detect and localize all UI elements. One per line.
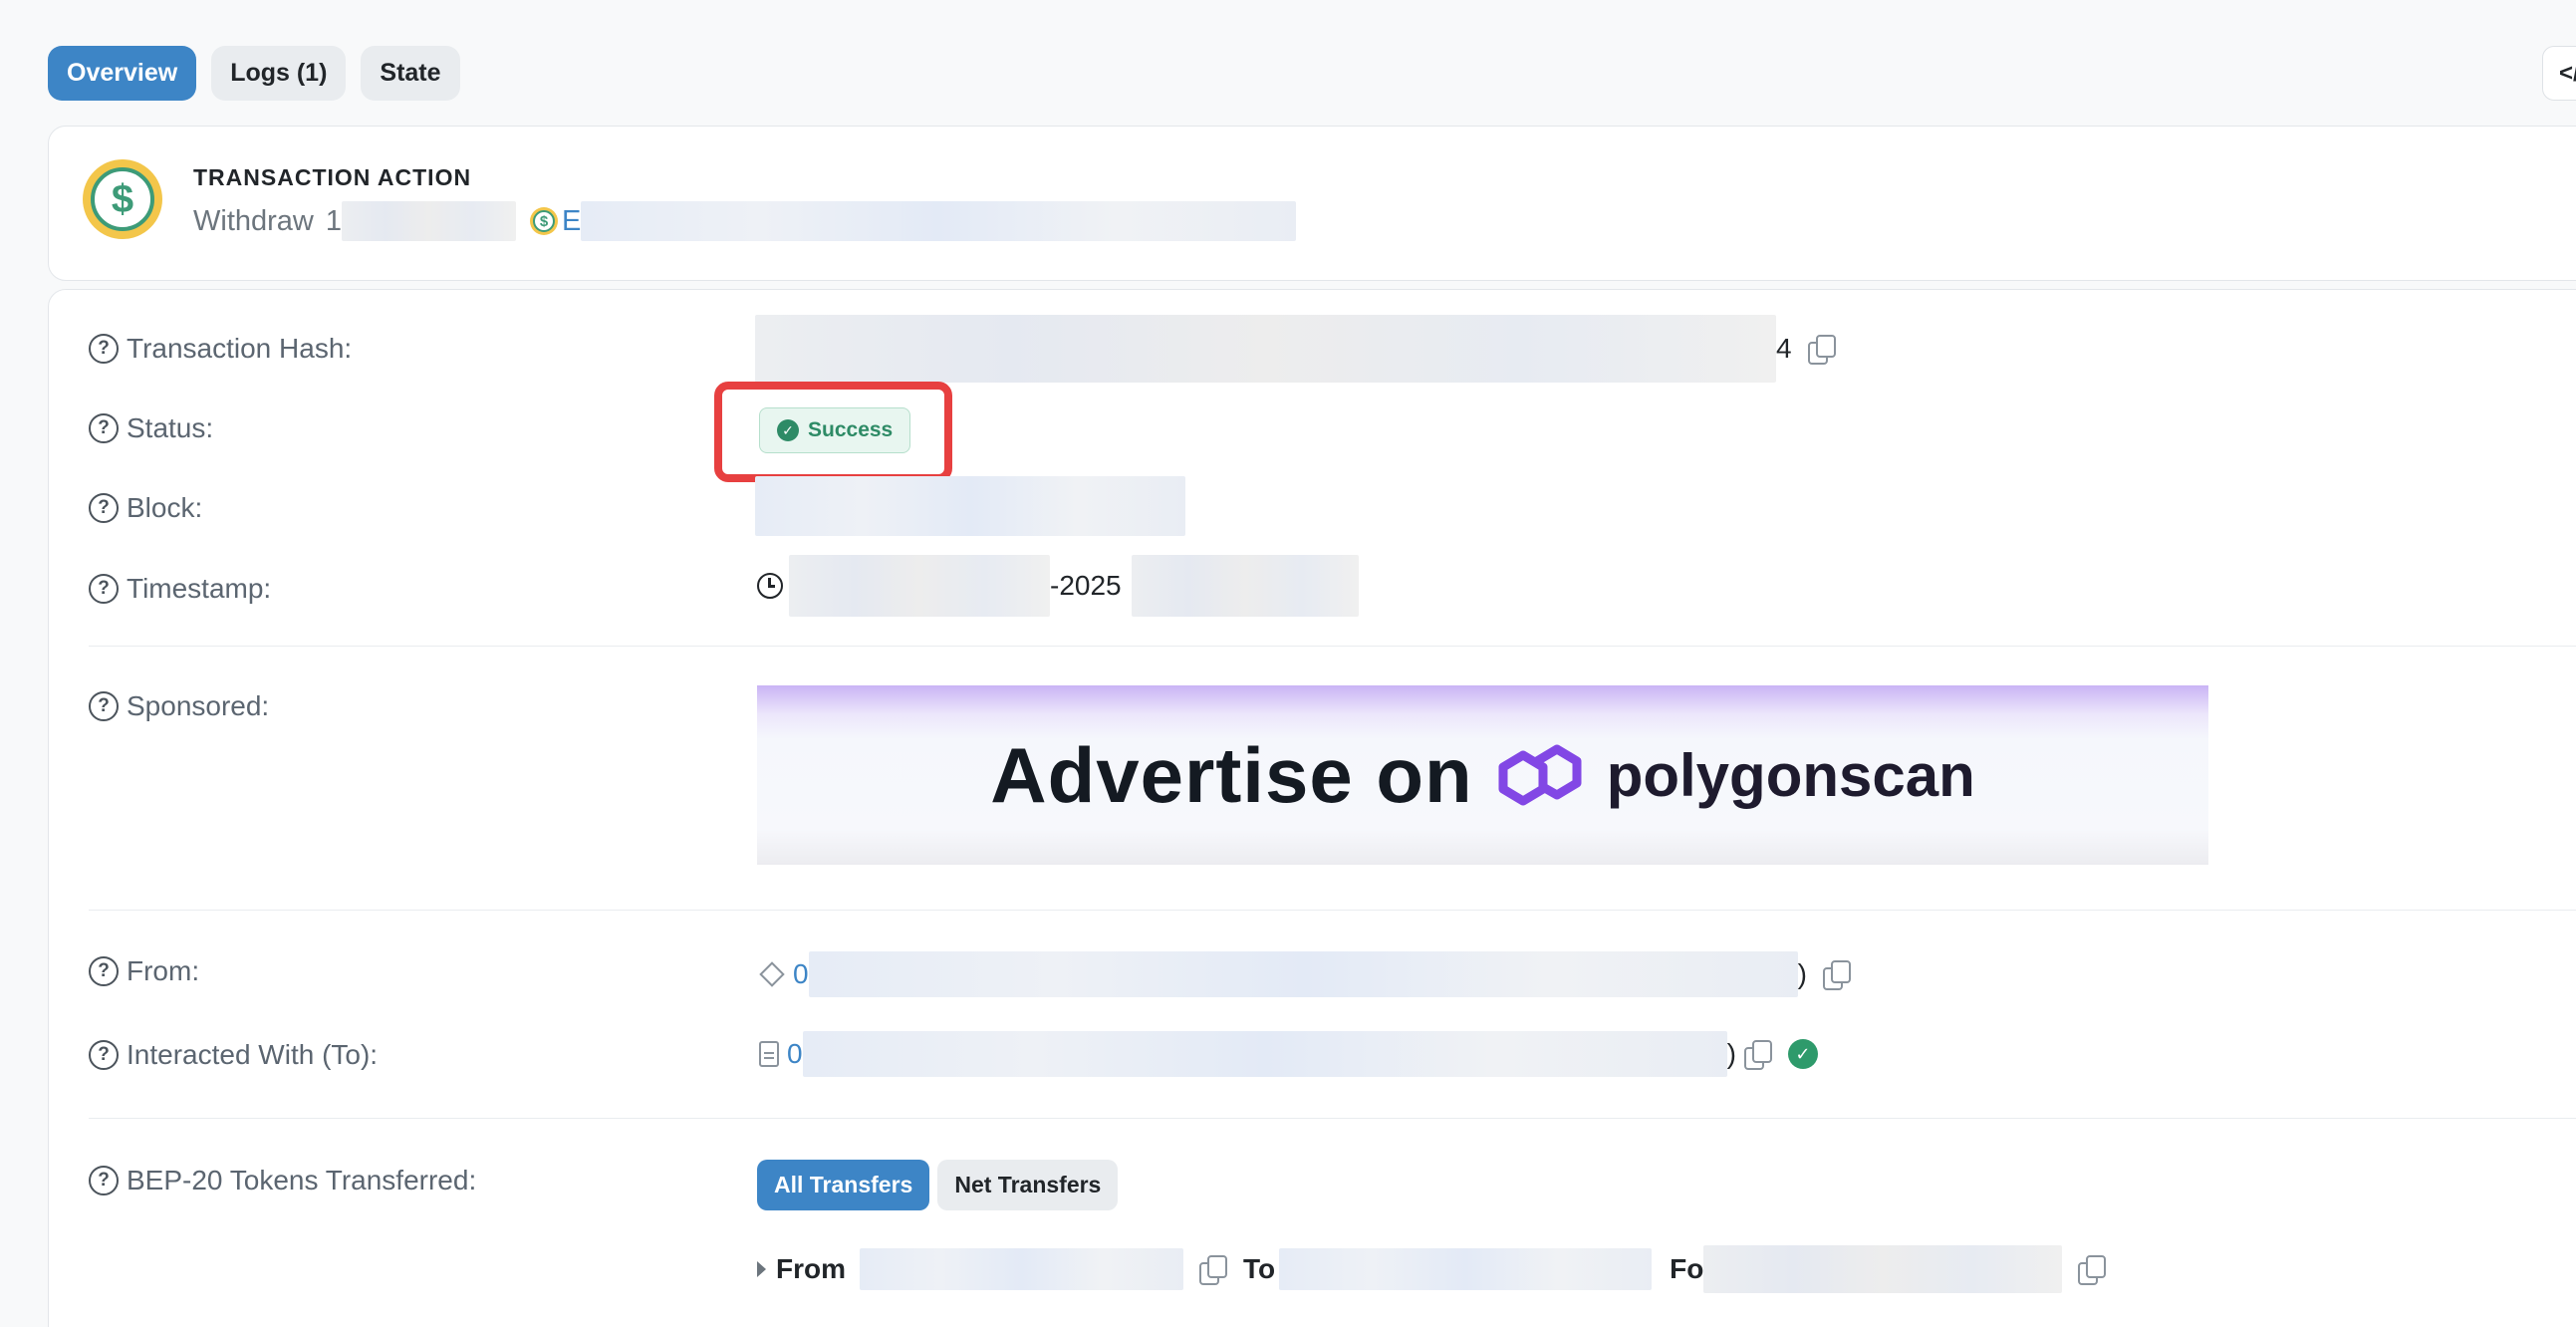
help-icon[interactable]: ?	[89, 413, 119, 443]
transfer-toggle: All Transfers Net Transfers	[757, 1160, 1126, 1210]
token-link[interactable]: E	[562, 205, 581, 238]
copy-icon[interactable]	[1822, 960, 1851, 990]
tx-hash-tail: 4	[1776, 333, 1792, 364]
verified-check-icon: ✓	[1787, 1039, 1818, 1069]
tab-state[interactable]: State	[361, 46, 460, 101]
tab-logs[interactable]: Logs (1)	[211, 46, 347, 101]
redacted-token-address	[581, 201, 1297, 241]
sponsored-banner[interactable]: Advertise on polygonscan	[757, 685, 2208, 865]
copy-icon[interactable]	[1199, 1255, 1227, 1285]
help-icon[interactable]: ?	[89, 956, 119, 986]
timestamp-year: -2025	[1050, 570, 1122, 601]
copy-icon[interactable]	[1807, 335, 1836, 365]
clock-icon	[757, 573, 783, 599]
block-value	[755, 476, 1185, 536]
from-label-row: ? From:	[89, 955, 199, 987]
ad-brand: polygonscan	[1606, 741, 1975, 809]
block-label: Block:	[127, 492, 203, 523]
to-label-row: ? Interacted With (To):	[89, 1039, 378, 1071]
tx-hash-value: 4	[755, 315, 1836, 383]
tx-hash-label: Transaction Hash:	[127, 333, 353, 364]
redacted-time	[1131, 555, 1359, 617]
action-amount: 1	[325, 204, 342, 237]
from-label: From:	[127, 955, 200, 986]
block-label-row: ? Block:	[89, 492, 202, 524]
status-highlight-box	[714, 382, 952, 482]
to-value: 0 ) ✓	[759, 1031, 1818, 1077]
to-suffix: )	[1726, 1038, 1736, 1069]
to-address-link[interactable]: 0	[787, 1038, 803, 1070]
tab-overview[interactable]: Overview	[48, 46, 197, 101]
help-icon[interactable]: ?	[89, 493, 119, 523]
from-suffix: )	[1797, 958, 1807, 989]
expand-caret-icon[interactable]	[757, 1261, 766, 1277]
status-label: Status:	[127, 412, 214, 443]
redacted-block	[755, 476, 1185, 536]
transfer-row: From To Fo	[757, 1245, 2107, 1293]
tokens-label: BEP-20 Tokens Transferred:	[127, 1165, 477, 1195]
transfer-for-label: Fo	[1670, 1253, 1704, 1284]
redacted-from-address	[808, 951, 1798, 997]
code-toggle-button[interactable]: </	[2542, 46, 2576, 101]
divider	[89, 1118, 2576, 1119]
sponsored-label: Sponsored:	[127, 690, 270, 721]
action-title: TRANSACTION ACTION	[193, 164, 472, 190]
timestamp-label-row: ? Timestamp:	[89, 573, 271, 605]
help-icon[interactable]: ?	[89, 1040, 119, 1070]
redacted-hash	[755, 315, 1776, 383]
help-icon[interactable]: ?	[89, 334, 119, 364]
token-coin-icon: $	[530, 207, 558, 235]
from-value: 0 )	[759, 951, 1851, 997]
action-summary: Withdraw 1 $ E	[193, 201, 1297, 241]
help-icon[interactable]: ?	[89, 574, 119, 604]
from-address-link[interactable]: 0	[793, 958, 809, 990]
transaction-action-card: $ TRANSACTION ACTION Withdraw 1 $ E	[48, 126, 2576, 281]
address-icon	[759, 961, 785, 987]
action-verb: Withdraw	[193, 204, 314, 237]
ad-headline: Advertise on	[990, 730, 1473, 819]
copy-icon[interactable]	[1743, 1040, 1772, 1070]
transfer-to-label: To	[1243, 1253, 1276, 1284]
help-icon[interactable]: ?	[89, 691, 119, 721]
tab-bar: Overview Logs (1) State	[48, 46, 460, 101]
redacted-transfer-amount	[1703, 1245, 2063, 1293]
all-transfers-button[interactable]: All Transfers	[757, 1160, 930, 1210]
sponsored-label-row: ? Sponsored:	[89, 690, 269, 722]
divider	[89, 646, 2576, 647]
transfer-from-label: From	[776, 1253, 846, 1284]
timestamp-label: Timestamp:	[127, 573, 272, 604]
copy-icon[interactable]	[2078, 1255, 2107, 1285]
tokens-label-row: ? BEP-20 Tokens Transferred:	[89, 1165, 476, 1196]
help-icon[interactable]: ?	[89, 1166, 119, 1195]
status-label-row: ? Status:	[89, 412, 213, 444]
divider	[89, 910, 2576, 911]
tx-hash-label-row: ? Transaction Hash:	[89, 333, 352, 365]
polygon-logo-icon	[1498, 744, 1582, 806]
to-label: Interacted With (To):	[127, 1039, 379, 1070]
document-icon	[759, 1041, 779, 1067]
redacted-date	[789, 555, 1050, 617]
redacted-to-address	[802, 1031, 1727, 1077]
timestamp-value: -2025	[757, 555, 1359, 617]
redacted-transfer-to	[1279, 1248, 1653, 1290]
dollar-coin-icon: $	[83, 159, 162, 239]
net-transfers-button[interactable]: Net Transfers	[937, 1160, 1119, 1210]
redacted-amount	[342, 201, 516, 241]
redacted-transfer-from	[860, 1248, 1183, 1290]
